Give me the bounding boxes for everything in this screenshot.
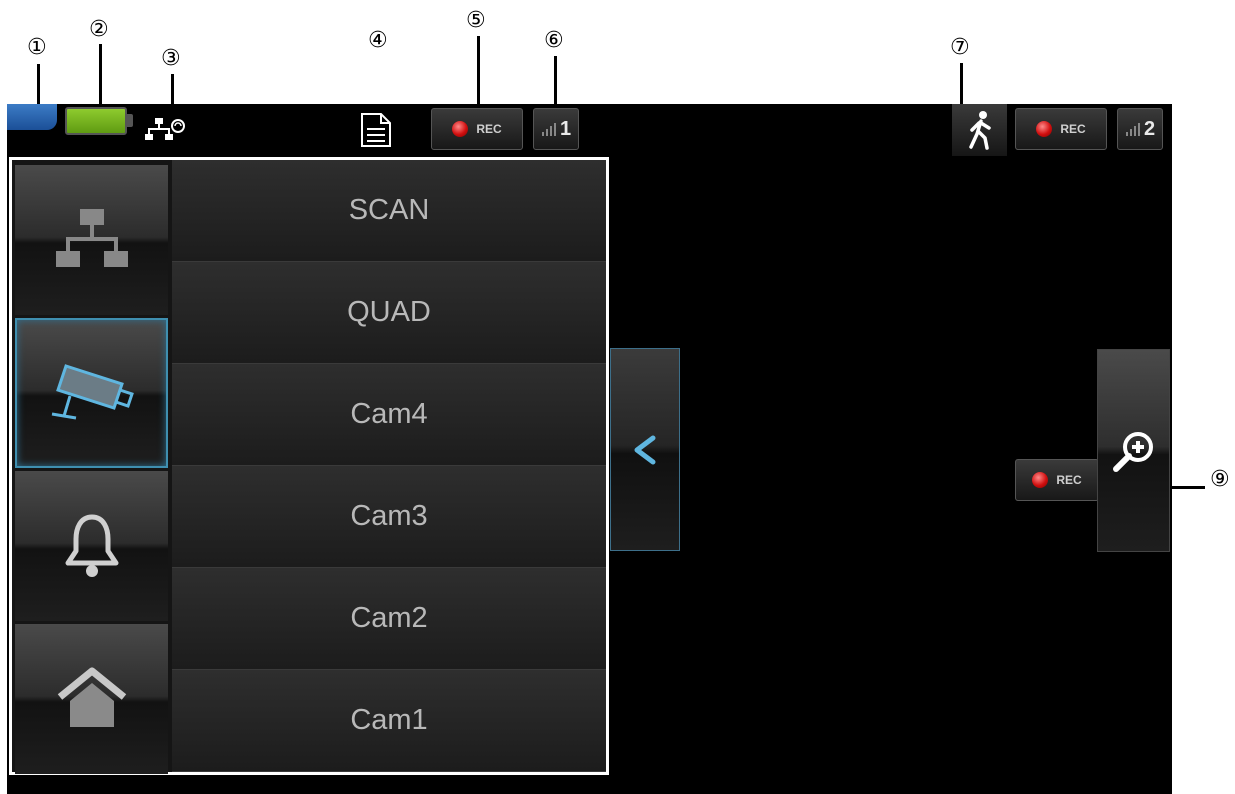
collapse-menu-button[interactable] (610, 348, 680, 551)
channel-number: 1 (559, 117, 572, 140)
zoom-in-button[interactable] (1097, 349, 1170, 552)
sidebar-home-button[interactable] (15, 624, 168, 774)
menu-item-scan[interactable]: SCAN (172, 160, 606, 262)
menu-item-cam2[interactable]: Cam2 (172, 568, 606, 670)
rec-label: REC (1056, 473, 1082, 487)
dvr-screen: REC 1 REC 2 SCAN QUAD Cam4 Cam3 Cam2 Cam… (7, 104, 1172, 794)
channel-2-signal[interactable]: 2 (1117, 108, 1163, 150)
callout-2: ② (89, 17, 109, 42)
record-dot-icon (1036, 121, 1053, 137)
zoom-in-icon (1112, 431, 1153, 472)
document-icon[interactable] (359, 112, 393, 153)
walking-person-icon (968, 111, 991, 150)
channel-1-signal[interactable]: 1 (533, 108, 579, 150)
signal-bars-icon (1125, 123, 1140, 136)
menu-sidebar (12, 160, 172, 774)
leader-line-6 (554, 56, 557, 104)
camera-indicator[interactable] (7, 104, 57, 130)
rec-button-3[interactable]: REC (1015, 459, 1099, 501)
callout-5: ⑤ (466, 8, 486, 33)
leader-line-3 (171, 74, 174, 104)
menu-item-cam1[interactable]: Cam1 (172, 670, 606, 772)
leader-line-2 (99, 44, 102, 104)
callout-4: ④ (368, 28, 388, 53)
record-dot-icon (1032, 472, 1049, 488)
leader-line-9 (1172, 486, 1205, 489)
callout-3: ③ (161, 46, 181, 71)
menu-item-cam3[interactable]: Cam3 (172, 466, 606, 568)
record-dot-icon (452, 121, 469, 137)
chevron-left-icon (634, 435, 656, 464)
signal-bars-icon (541, 123, 556, 136)
channel-number: 2 (1143, 117, 1156, 140)
motion-detect-button[interactable] (952, 104, 1007, 156)
network-icon (55, 209, 128, 267)
callout-9: ⑨ (1210, 467, 1230, 492)
sidebar-camera-button[interactable] (15, 318, 168, 468)
sidebar-network-button[interactable] (15, 165, 168, 315)
rec-label: REC (1060, 122, 1086, 136)
camera-icon (51, 364, 134, 420)
menu-items: SCAN QUAD Cam4 Cam3 Cam2 Cam1 (172, 160, 606, 772)
menu-item-cam4[interactable]: Cam4 (172, 364, 606, 466)
camera-menu-panel: SCAN QUAD Cam4 Cam3 Cam2 Cam1 (9, 157, 609, 775)
sidebar-alarm-button[interactable] (15, 471, 168, 621)
bell-icon (65, 514, 118, 577)
callout-1: ① (27, 35, 47, 60)
callout-7: ⑦ (950, 35, 970, 60)
rec-button-1[interactable]: REC (431, 108, 523, 150)
battery-icon (65, 107, 127, 135)
network-status-icon (145, 116, 185, 147)
leader-line-1 (37, 64, 40, 104)
leader-line-7 (960, 63, 963, 104)
rec-button-2[interactable]: REC (1015, 108, 1107, 150)
battery-tip (127, 114, 133, 127)
menu-item-quad[interactable]: QUAD (172, 262, 606, 364)
home-icon (57, 667, 126, 727)
callout-6: ⑥ (544, 28, 564, 53)
rec-label: REC (476, 122, 502, 136)
leader-line-5 (477, 36, 480, 104)
